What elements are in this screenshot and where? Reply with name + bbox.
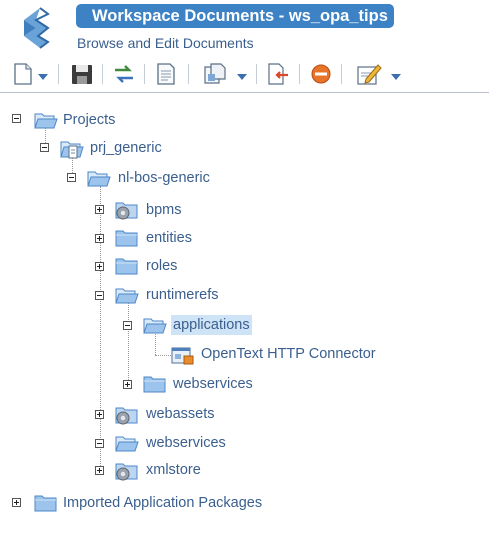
tree-node-nl-bos-generic[interactable]: nl-bos-generic [67, 168, 227, 190]
collapse-toggle[interactable] [40, 143, 49, 152]
copy-dropdown-button[interactable] [237, 68, 247, 84]
properties-button[interactable] [155, 62, 177, 86]
tree-node-applications[interactable]: applications [123, 315, 283, 337]
tree-node-webassets[interactable]: webassets [95, 404, 235, 426]
export-icon [266, 62, 290, 86]
synchronize-button[interactable] [112, 62, 136, 86]
tree-node-webservices[interactable]: webservices [95, 433, 255, 455]
tree-node-imported-packages[interactable]: Imported Application Packages [12, 493, 292, 515]
expand-toggle[interactable] [12, 498, 21, 507]
new-document-button[interactable] [12, 62, 34, 86]
folder-open-icon [143, 315, 167, 338]
toolbar-separator [58, 64, 59, 84]
tree-connector [155, 355, 171, 356]
edit-dropdown-button[interactable] [391, 68, 401, 84]
toolbar-separator [256, 64, 257, 84]
collapse-toggle[interactable] [95, 439, 104, 448]
folder-open-icon [87, 168, 111, 191]
folder-icon [34, 493, 58, 516]
tree-node-label: applications [171, 315, 252, 335]
toolbar-divider [0, 92, 489, 93]
collapse-toggle[interactable] [123, 321, 132, 330]
tree-node-xmlstore[interactable]: xmlstore [95, 460, 215, 482]
toolbar [0, 56, 489, 92]
toolbar-separator [341, 64, 342, 84]
new-document-icon [12, 62, 34, 86]
document-tree: Projects prj_generic nl-bos-generic bpms… [0, 94, 489, 547]
gear-folder-icon [115, 404, 139, 429]
application-connector-icon [171, 345, 195, 368]
expand-toggle[interactable] [123, 380, 132, 389]
tree-node-label: roles [146, 258, 178, 274]
save-icon [70, 62, 94, 86]
folder-icon [115, 256, 139, 279]
tree-node-label: prj_generic [90, 140, 162, 156]
window-title: Workspace Documents - ws_opa_tips [76, 4, 394, 28]
expand-toggle[interactable] [95, 262, 104, 271]
new-document-dropdown-button[interactable] [38, 68, 48, 84]
synchronize-icon [112, 62, 136, 86]
properties-icon [155, 62, 177, 86]
window-subtitle: Browse and Edit Documents [77, 35, 254, 51]
copy-icon [203, 62, 229, 86]
expand-toggle[interactable] [95, 205, 104, 214]
save-button[interactable] [70, 62, 94, 86]
app-logo-icon [18, 6, 58, 52]
gear-folder-icon [115, 199, 139, 224]
tree-node-label: Imported Application Packages [63, 495, 263, 511]
tree-node-label: runtimerefs [146, 287, 219, 303]
tree-node-label: entities [146, 230, 192, 246]
folder-open-icon [115, 285, 139, 308]
delete-icon [309, 62, 333, 86]
toolbar-separator [102, 64, 103, 84]
collapse-toggle[interactable] [12, 114, 21, 123]
tree-node-label: webservices [146, 435, 226, 451]
chevron-down-icon [237, 68, 247, 84]
export-button[interactable] [266, 62, 290, 86]
chevron-down-icon [391, 68, 401, 84]
tree-node-prj-generic[interactable]: prj_generic [40, 138, 180, 160]
tree-node-entities[interactable]: entities [95, 228, 205, 250]
expand-toggle[interactable] [95, 466, 104, 475]
tree-node-projects[interactable]: Projects [12, 110, 152, 132]
expand-toggle[interactable] [95, 234, 104, 243]
tree-node-label: bpms [146, 202, 182, 218]
folder-icon [143, 374, 167, 397]
tree-node-label: Projects [63, 112, 116, 128]
expand-toggle[interactable] [95, 410, 104, 419]
tree-node-roles[interactable]: roles [95, 256, 195, 278]
tree-node-label: nl-bos-generic [118, 170, 210, 186]
tree-node-runtimerefs[interactable]: runtimerefs [95, 285, 235, 307]
tree-node-label: OpenText HTTP Connector [201, 346, 376, 362]
tree-node-label: xmlstore [146, 462, 201, 478]
project-folder-icon [60, 138, 84, 163]
tree-node-bpms[interactable]: bpms [95, 199, 195, 221]
folder-open-icon [34, 110, 58, 133]
toolbar-separator [188, 64, 189, 84]
edit-button[interactable] [356, 62, 382, 86]
collapse-toggle[interactable] [67, 173, 76, 182]
toolbar-separator [299, 64, 300, 84]
tree-node-label: webassets [146, 406, 215, 422]
folder-open-icon [115, 433, 139, 456]
edit-icon [356, 62, 382, 86]
copy-button[interactable] [203, 62, 229, 86]
tree-node-webservices-inner[interactable]: webservices [123, 374, 283, 396]
collapse-toggle[interactable] [95, 291, 104, 300]
toolbar-separator [144, 64, 145, 84]
chevron-down-icon [38, 68, 48, 84]
folder-icon [115, 228, 139, 251]
delete-button[interactable] [309, 62, 333, 86]
tree-node-label: webservices [173, 376, 253, 392]
gear-folder-icon [115, 460, 139, 485]
tree-node-http-connector[interactable]: OpenText HTTP Connector [171, 344, 401, 366]
